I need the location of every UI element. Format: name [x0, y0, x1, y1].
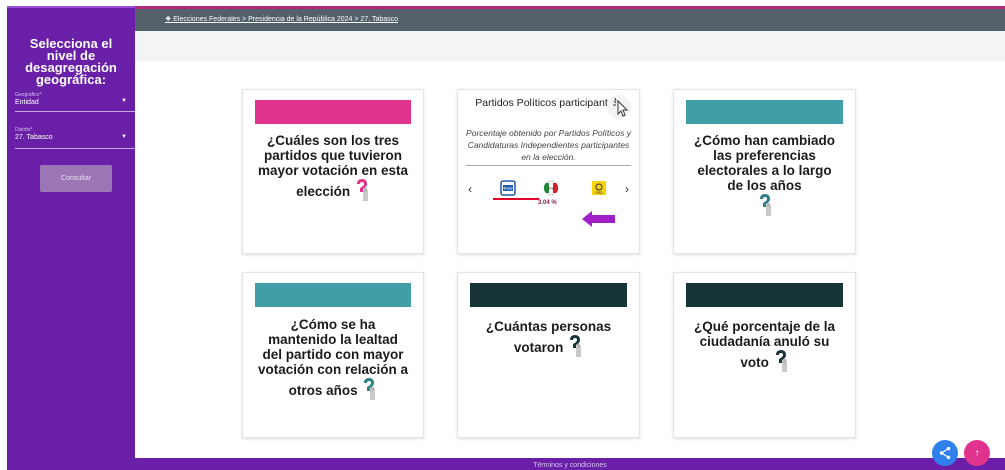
sidebar: Selecciona el nivel de desagregación geo… — [7, 6, 135, 470]
card-parties[interactable]: Partidos Políticos participantes. Porcen… — [457, 89, 640, 254]
card-question: ¿Cuántas personas votaron — [485, 319, 612, 355]
arrow-left-icon — [582, 211, 615, 227]
card-question: ¿Qué porcentaje de la ciudadanía anuló s… — [693, 319, 836, 370]
card-loyalty-text: ¿Cómo se ha mantenido la lealtad del par… — [257, 317, 409, 401]
party-carousel: ‹ PAN PRI PRD › 3.04 % — [468, 177, 629, 211]
party-percentage: 3.04 % — [538, 200, 557, 206]
consult-button[interactable]: Consultar — [40, 165, 112, 192]
card-null-votes[interactable]: ¿Qué porcentaje de la ciudadanía anuló s… — [673, 272, 856, 438]
selected-indicator — [493, 198, 539, 200]
card-question: ¿Cómo han cambiado las preferencias elec… — [693, 133, 835, 193]
card-band — [686, 283, 843, 307]
question-figure-icon — [757, 193, 773, 217]
party-logo-prd[interactable]: PRD — [591, 180, 607, 196]
chevron-right-icon[interactable]: › — [625, 182, 629, 196]
geografico-select[interactable]: Geográfico* Entidad ▼ — [15, 92, 135, 112]
card-voters-text: ¿Cuántas personas votaron — [472, 319, 625, 358]
scroll-top-button[interactable]: ↑ — [964, 440, 990, 466]
card-band — [255, 100, 411, 124]
card-preferences-text: ¿Cómo han cambiado las preferencias elec… — [688, 133, 841, 217]
cursor-click-icon[interactable] — [607, 95, 631, 119]
breadcrumb-icon: ❖ — [165, 16, 174, 23]
card-band — [255, 283, 411, 307]
card-top-votes-text: ¿Cuáles son los tres partidos que tuvier… — [257, 133, 409, 202]
distrito-label: Distrito* — [15, 127, 33, 133]
svg-text:PAN: PAN — [504, 186, 513, 191]
terms-link[interactable]: Términos y condiciones — [135, 462, 1005, 469]
card-question: ¿Cuáles son los tres partidos que tuvier… — [257, 133, 409, 199]
share-button[interactable] — [932, 440, 958, 466]
card-preferences[interactable]: ¿Cómo han cambiado las preferencias elec… — [673, 89, 856, 254]
card-loyalty[interactable]: ¿Cómo se ha mantenido la lealtad del par… — [242, 272, 424, 438]
geografico-label: Geográfico* — [15, 92, 42, 98]
chevron-down-icon: ▼ — [121, 98, 127, 104]
card-top-votes[interactable]: ¿Cuáles son los tres partidos que tuvier… — [242, 89, 424, 254]
arrow-up-icon: ↑ — [974, 447, 980, 459]
party-logo-pan[interactable]: PAN — [500, 180, 516, 196]
question-figure-icon — [773, 349, 789, 373]
svg-text:PRI: PRI — [548, 186, 555, 191]
breadcrumb-text: Elecciones Federales > Presidencia de la… — [173, 16, 399, 23]
distrito-value: 27. Tabasco — [15, 134, 53, 141]
sub-bar — [135, 31, 1005, 61]
geografico-value: Entidad — [15, 99, 39, 106]
chevron-down-icon: ▼ — [121, 134, 127, 140]
share-icon — [939, 446, 951, 460]
card-null-votes-text: ¿Qué porcentaje de la ciudadanía anuló s… — [688, 319, 841, 373]
card-parties-description: Porcentaje obtenido por Partidos Polític… — [466, 127, 631, 166]
card-voters[interactable]: ¿Cuántas personas votaron — [457, 272, 640, 438]
card-question: ¿Cómo se ha mantenido la lealtad del par… — [257, 317, 409, 398]
question-figure-icon — [354, 178, 370, 202]
question-figure-icon — [361, 377, 377, 401]
svg-text:PRD: PRD — [595, 191, 603, 195]
party-logo-pri[interactable]: PRI — [543, 180, 559, 196]
card-band — [470, 283, 627, 307]
top-bar: ❖ Elecciones Federales > Presidencia de … — [135, 6, 1005, 31]
breadcrumb[interactable]: ❖ Elecciones Federales > Presidencia de … — [165, 15, 398, 23]
question-figure-icon — [567, 334, 583, 358]
chevron-left-icon[interactable]: ‹ — [468, 182, 472, 196]
sidebar-title: Selecciona el nivel de desagregación geo… — [25, 36, 117, 87]
footer: Términos y condiciones — [135, 458, 1005, 470]
card-band — [686, 100, 843, 124]
distrito-select[interactable]: Distrito* 27. Tabasco ▼ — [15, 127, 135, 149]
